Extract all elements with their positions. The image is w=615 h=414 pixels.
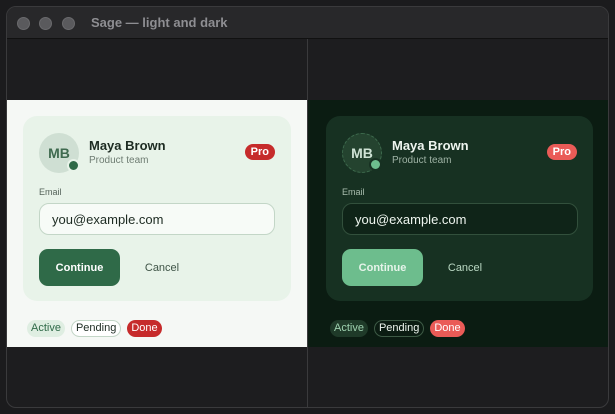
cancel-button[interactable]: Cancel xyxy=(433,249,497,286)
close-window-button[interactable] xyxy=(17,17,30,30)
avatar: MB xyxy=(342,133,382,173)
avatar-initials: MB xyxy=(48,145,70,161)
continue-button[interactable]: Continue xyxy=(39,249,120,286)
dark-theme-panel: MB Maya Brown Product team Pro Email Con… xyxy=(308,100,608,347)
chip-done[interactable]: Done xyxy=(127,320,162,337)
email-field[interactable] xyxy=(39,203,275,235)
profile-card: MB Maya Brown Product team Pro Email Con… xyxy=(326,116,593,301)
light-theme-panel: MB Maya Brown Product team Pro Email Con… xyxy=(7,100,307,347)
avatar-initials: MB xyxy=(351,145,373,161)
chip-pending[interactable]: Pending xyxy=(70,320,122,337)
user-name: Maya Brown xyxy=(392,138,469,153)
cancel-button[interactable]: Cancel xyxy=(130,249,194,286)
pro-badge: Pro xyxy=(244,144,275,160)
app-window: Sage — light and dark MB Maya Brown Prod… xyxy=(6,6,609,408)
chip-done[interactable]: Done xyxy=(430,320,465,337)
online-status-dot-icon xyxy=(369,158,382,171)
user-team: Product team xyxy=(89,155,149,166)
status-chips: Active Pending Done xyxy=(27,320,162,337)
online-status-dot-icon xyxy=(67,159,80,172)
chip-pending[interactable]: Pending xyxy=(373,320,425,337)
maximize-window-button[interactable] xyxy=(62,17,75,30)
chip-active[interactable]: Active xyxy=(330,320,368,337)
user-team: Product team xyxy=(392,155,452,166)
title-bar: Sage — light and dark xyxy=(7,7,608,39)
chip-active[interactable]: Active xyxy=(27,320,65,337)
continue-button[interactable]: Continue xyxy=(342,249,423,286)
avatar: MB xyxy=(39,133,80,173)
email-field[interactable] xyxy=(342,203,578,235)
email-label: Email xyxy=(39,187,62,197)
pro-badge: Pro xyxy=(546,144,577,160)
window-title: Sage — light and dark xyxy=(91,15,228,30)
email-label: Email xyxy=(342,187,365,197)
profile-card: MB Maya Brown Product team Pro Email Con… xyxy=(23,116,291,301)
user-name: Maya Brown xyxy=(89,138,166,153)
status-chips: Active Pending Done xyxy=(330,320,465,337)
minimize-window-button[interactable] xyxy=(39,17,52,30)
